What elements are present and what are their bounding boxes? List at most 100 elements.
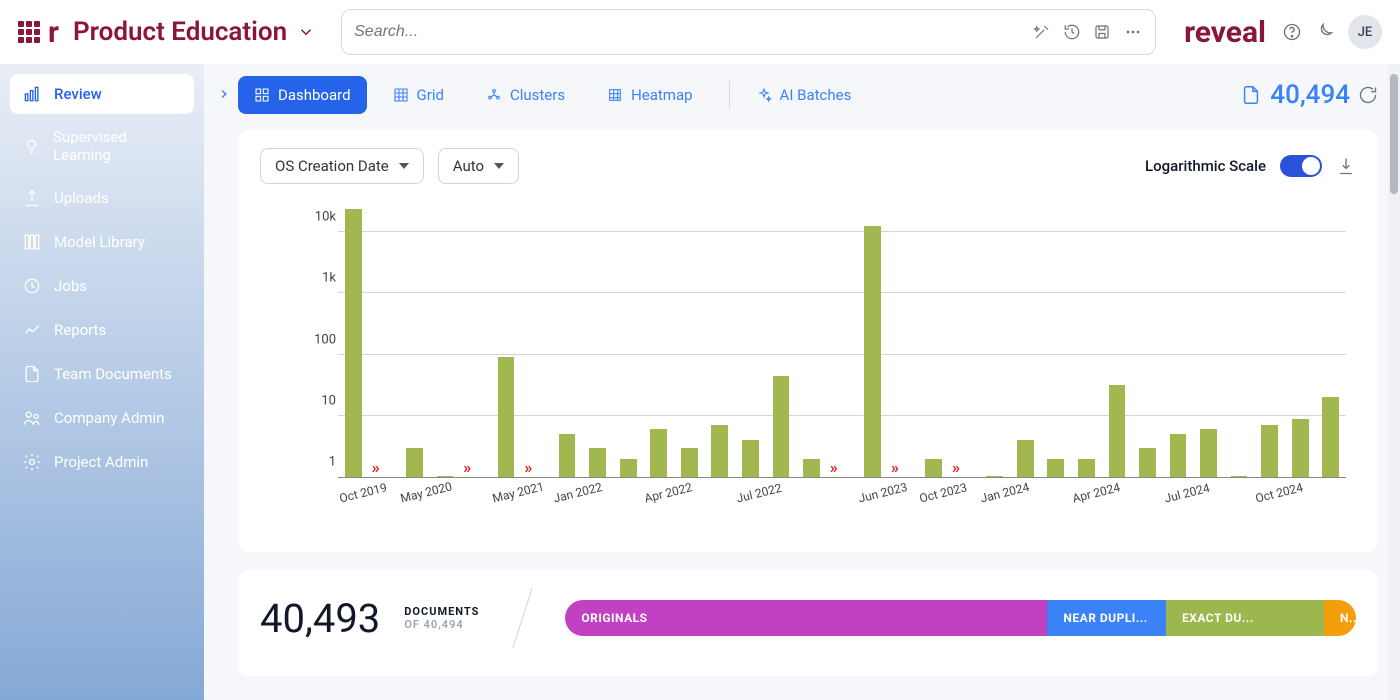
chevron-down-icon bbox=[399, 163, 409, 169]
chart-bar[interactable] bbox=[406, 448, 423, 477]
history-icon[interactable] bbox=[1063, 23, 1081, 41]
segment-near-dupli-[interactable]: NEAR DUPLI... bbox=[1047, 600, 1166, 636]
sidebar-item-review[interactable]: Review bbox=[10, 74, 194, 114]
chart-bar[interactable] bbox=[1170, 434, 1187, 477]
tab-dashboard[interactable]: Dashboard bbox=[238, 76, 367, 114]
sidebar-item-project-admin[interactable]: Project Admin bbox=[10, 442, 194, 482]
chart-bar[interactable] bbox=[1078, 459, 1095, 477]
widgets-icon bbox=[254, 87, 270, 103]
sidebar-item-label: Company Admin bbox=[54, 409, 165, 427]
field-select[interactable]: OS Creation Date bbox=[260, 148, 424, 184]
interval-select[interactable]: Auto bbox=[438, 148, 519, 184]
scrollbar[interactable] bbox=[1388, 64, 1400, 700]
chart-bar[interactable] bbox=[1047, 459, 1064, 477]
chart-bar[interactable] bbox=[1200, 429, 1217, 477]
refresh-icon[interactable] bbox=[1358, 85, 1378, 105]
segment-n-[interactable]: N... bbox=[1324, 600, 1356, 636]
chart-bar[interactable] bbox=[345, 209, 362, 477]
log-scale-label: Logarithmic Scale bbox=[1145, 157, 1266, 175]
y-tick: 1k bbox=[296, 271, 336, 286]
chart-bar[interactable] bbox=[589, 448, 606, 477]
file-icon bbox=[22, 364, 42, 384]
tab-label: Clusters bbox=[510, 86, 565, 104]
chart-bar[interactable] bbox=[1322, 397, 1339, 477]
chart-bar[interactable] bbox=[864, 226, 881, 477]
avatar[interactable]: JE bbox=[1348, 15, 1382, 49]
chevron-down-icon bbox=[494, 163, 504, 169]
chart-bar[interactable] bbox=[742, 440, 759, 477]
chart-bar[interactable] bbox=[1139, 448, 1156, 477]
chart-bar[interactable] bbox=[711, 425, 728, 477]
sidebar-item-jobs[interactable]: Jobs bbox=[10, 266, 194, 306]
sidebar-item-team-documents[interactable]: Team Documents bbox=[10, 354, 194, 394]
download-icon[interactable] bbox=[1336, 156, 1356, 176]
clock-icon bbox=[22, 276, 42, 296]
gap-indicator-icon: » bbox=[524, 458, 532, 477]
sidebar-item-label: Jobs bbox=[54, 277, 87, 295]
chart-bar[interactable] bbox=[1109, 385, 1126, 477]
chart-bar[interactable] bbox=[925, 459, 942, 477]
sidebar-item-model-library[interactable]: Model Library bbox=[10, 222, 194, 262]
chart-bar[interactable] bbox=[1292, 419, 1309, 477]
x-tick: May 2020 bbox=[399, 479, 453, 505]
chart-bar[interactable] bbox=[650, 429, 667, 477]
tab-ai-batches[interactable]: AI Batches bbox=[740, 76, 868, 114]
gap-indicator-icon: » bbox=[952, 458, 960, 477]
magic-wand-icon[interactable] bbox=[1033, 23, 1051, 41]
bar-chart-icon bbox=[22, 84, 42, 104]
heatmap-icon bbox=[607, 87, 623, 103]
app-launcher-icon[interactable] bbox=[18, 21, 40, 43]
y-tick: 100 bbox=[296, 332, 336, 347]
chart-bar[interactable] bbox=[620, 459, 637, 477]
field-select-value: OS Creation Date bbox=[275, 157, 389, 175]
document-count-value: 40,494 bbox=[1270, 80, 1350, 110]
tab-label: Grid bbox=[417, 86, 444, 104]
chart-bar[interactable] bbox=[437, 476, 454, 477]
collapse-sidebar-button[interactable] bbox=[210, 80, 238, 108]
save-icon[interactable] bbox=[1093, 23, 1111, 41]
bulb-icon bbox=[22, 136, 41, 156]
tab-heatmap[interactable]: Heatmap bbox=[591, 76, 708, 114]
chart-bar[interactable] bbox=[803, 459, 820, 477]
sparkle-icon bbox=[756, 87, 772, 103]
chart-bar[interactable] bbox=[498, 357, 515, 477]
chart-bar[interactable] bbox=[986, 476, 1003, 477]
divider bbox=[503, 588, 541, 648]
sidebar-item-company-admin[interactable]: Company Admin bbox=[10, 398, 194, 438]
tab-grid[interactable]: Grid bbox=[377, 76, 460, 114]
scroll-thumb[interactable] bbox=[1390, 74, 1398, 194]
x-tick: Oct 2024 bbox=[1254, 480, 1304, 505]
chart-bar[interactable] bbox=[1261, 425, 1278, 477]
grid-icon bbox=[393, 87, 409, 103]
log-scale-toggle[interactable] bbox=[1280, 155, 1322, 177]
help-icon[interactable] bbox=[1282, 22, 1302, 42]
people-icon bbox=[22, 408, 42, 428]
tab-label: Heatmap bbox=[631, 86, 692, 104]
y-tick: 10k bbox=[296, 210, 336, 225]
sidebar-item-reports[interactable]: Reports bbox=[10, 310, 194, 350]
search-box[interactable] bbox=[341, 9, 1156, 55]
file-icon bbox=[1240, 84, 1262, 106]
project-chevron-down-icon[interactable] bbox=[293, 19, 319, 45]
sidebar-item-supervised-learning[interactable]: Supervised Learning bbox=[10, 118, 194, 174]
x-tick: Oct 2019 bbox=[338, 480, 388, 505]
sidebar-item-uploads[interactable]: Uploads bbox=[10, 178, 194, 218]
chart-bar[interactable] bbox=[773, 376, 790, 477]
x-tick: Jun 2023 bbox=[857, 480, 909, 506]
moon-icon[interactable] bbox=[1314, 22, 1334, 42]
chart-bar[interactable] bbox=[1017, 440, 1034, 477]
project-name[interactable]: Product Education bbox=[73, 17, 287, 47]
summary-of-label: OF 40,494 bbox=[404, 618, 479, 631]
chart-bar[interactable] bbox=[559, 434, 576, 477]
segment-originals[interactable]: ORIGINALS bbox=[565, 600, 1047, 636]
segment-exact-du-[interactable]: EXACT DU... bbox=[1166, 600, 1324, 636]
duplicate-breakdown-bar[interactable]: ORIGINALSNEAR DUPLI...EXACT DU...N... bbox=[565, 600, 1356, 636]
chart-bar[interactable] bbox=[681, 448, 698, 477]
summary-card: 40,493 DOCUMENTS OF 40,494 ORIGINALSNEAR… bbox=[238, 570, 1378, 676]
date-histogram-chart[interactable]: 1101001k10k»»»»»» Oct 2019May 2020May 20… bbox=[260, 194, 1356, 524]
search-input[interactable] bbox=[354, 23, 1021, 41]
sidebar-item-label: Project Admin bbox=[54, 453, 148, 471]
chart-bar[interactable] bbox=[1231, 476, 1248, 477]
tab-clusters[interactable]: Clusters bbox=[470, 76, 581, 114]
more-icon[interactable] bbox=[1123, 22, 1143, 42]
